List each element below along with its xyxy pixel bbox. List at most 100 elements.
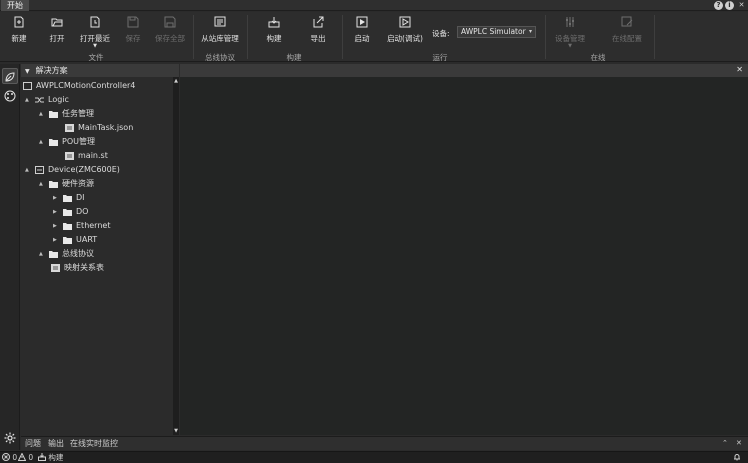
group-run-label: 运行 [432,53,448,62]
save-all-button[interactable]: 保存全部 [152,16,188,54]
open-folder-icon [51,16,63,28]
export-button[interactable]: 导出 [306,16,330,54]
tree-item-label: DI [76,193,85,202]
solution-title: 解决方案 [35,66,68,75]
tree-item-bus-protocol[interactable]: ▲ 总线协议 [39,247,94,261]
tree-item-di[interactable]: ▶ DI [53,191,85,205]
folder-icon [49,135,59,149]
device-select[interactable]: AWPLC Simulator ▾ [457,26,536,38]
tree-item-device[interactable]: ▲ Device(ZMC600E) [25,163,120,177]
editor-area[interactable] [180,77,748,435]
folder-icon [49,247,59,261]
tab-online-monitor[interactable]: 在线实时监控 [70,437,118,450]
debug-icon [399,16,411,28]
ribbon-divider [342,15,343,59]
collapse-triangle-icon[interactable]: ▲ [39,107,49,121]
error-count[interactable]: 0 [2,452,17,463]
tree-item-task-mgmt[interactable]: ▲ 任务管理 [39,107,94,121]
online-config-icon [621,16,633,28]
warning-count-value: 0 [28,453,34,462]
online-config-label: 在线配置 [612,34,642,43]
info-icon[interactable]: i [725,1,734,10]
tree-item-pou-mgmt[interactable]: ▲ POU管理 [39,135,95,149]
chevron-down-icon: ▾ [528,28,532,35]
close-icon[interactable]: ✕ [737,1,746,10]
file-icon [65,121,75,135]
tree-item-label: Device(ZMC600E) [48,165,120,174]
solution-panel-header[interactable]: ▼ 解决方案 [21,64,179,77]
export-icon [312,16,324,28]
slave-library-label: 从站库管理 [201,34,239,43]
collapse-triangle-icon: ▼ [25,68,30,75]
ribbon-divider [545,15,546,59]
online-config-button[interactable]: 在线配置 [609,16,645,54]
start-button[interactable]: 启动 [350,16,374,54]
expand-triangle-icon[interactable]: ▶ [53,205,63,219]
tree-item-project[interactable]: AWPLCMotionController4 [23,79,135,93]
file-icon [51,261,61,275]
new-button[interactable]: 新建 [6,16,32,54]
close-icon[interactable]: ✕ [736,65,743,74]
chevron-up-icon[interactable]: ⌃ [722,437,728,450]
folder-icon [63,205,73,219]
open-button[interactable]: 打开 [44,16,70,54]
tree-item-mapping[interactable]: 映射关系表 [51,261,104,275]
build-button[interactable]: 构建 [262,16,286,54]
group-file-label: 文件 [88,53,104,62]
build-status[interactable]: 构建 [38,452,63,463]
help-icon[interactable]: ? [714,1,723,10]
expand-triangle-icon[interactable]: ▶ [53,191,63,205]
open-label: 打开 [49,34,65,43]
collapse-triangle-icon[interactable]: ▲ [39,247,49,261]
device-management-label: 设备管理 [555,34,585,43]
collapse-triangle-icon[interactable]: ▲ [39,177,49,191]
slave-library-button[interactable]: 从站库管理 [199,16,241,54]
tab-problems[interactable]: 问题 [25,437,41,450]
tree-item-label: 硬件资源 [62,179,94,188]
solution-explorer-button[interactable] [2,68,18,84]
scroll-up-icon[interactable]: ▲ [173,78,179,84]
error-count-value: 0 [12,453,18,462]
start-debug-button[interactable]: 启动(调试) [385,16,425,54]
bell-icon[interactable] [733,452,741,463]
save-icon [127,16,139,28]
tree-item-label: POU管理 [62,137,95,146]
leaf-icon [5,72,15,82]
collapse-triangle-icon[interactable]: ▲ [25,163,35,177]
expand-triangle-icon[interactable]: ▶ [53,219,63,233]
editor-tab-bar: ✕ [180,64,748,77]
device-label: 设备: [432,29,450,38]
export-label: 导出 [310,34,326,43]
tree-item-uart[interactable]: ▶ UART [53,233,97,247]
project-icon [23,79,33,93]
tree-item-hardware[interactable]: ▲ 硬件资源 [39,177,94,191]
recent-file-icon [89,16,101,28]
tree-item-label: MainTask.json [78,123,134,132]
scroll-down-icon[interactable]: ▼ [173,428,179,434]
expand-triangle-icon[interactable]: ▶ [53,233,63,247]
palette-button[interactable] [2,88,18,104]
settings-button[interactable] [2,430,18,446]
tree-item-main-st[interactable]: main.st [65,149,108,163]
ribbon-divider [654,15,655,59]
ribbon-tab-start[interactable]: 开始 [1,0,29,11]
tree-item-do[interactable]: ▶ DO [53,205,88,219]
start-debug-label: 启动(调试) [387,34,423,43]
device-management-button[interactable]: 设备管理 ▼ [552,16,588,54]
start-label: 启动 [354,34,370,43]
tree-item-maintask[interactable]: MainTask.json [65,121,133,135]
activity-bar [0,64,20,450]
tree-item-ethernet[interactable]: ▶ Ethernet [53,219,110,233]
solution-scrollbar[interactable]: ▲ ▼ [173,77,179,435]
group-bus-label: 总线协议 [205,53,235,62]
close-icon[interactable]: ✕ [736,437,742,450]
collapse-triangle-icon[interactable]: ▲ [39,135,49,149]
warning-count[interactable]: 0 [17,452,34,463]
save-button[interactable]: 保存 [120,16,146,54]
open-recent-button[interactable]: 打开最近 ▼ [78,16,112,54]
collapse-triangle-icon[interactable]: ▲ [25,93,35,107]
ribbon-divider [247,15,248,59]
tab-output[interactable]: 输出 [48,437,64,450]
tree-item-logic[interactable]: ▲ Logic [25,93,69,107]
build-label: 构建 [266,34,282,43]
